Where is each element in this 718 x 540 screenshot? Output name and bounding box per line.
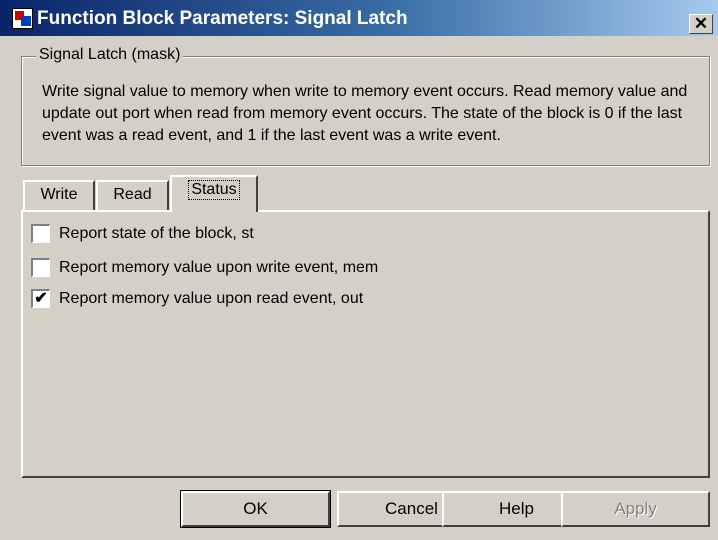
window-title: Function Block Parameters: Signal Latch	[37, 8, 408, 29]
tab-status-label: Status	[188, 180, 240, 200]
report-state-label: Report state of the block, st	[59, 225, 254, 242]
block-description: Write signal value to memory when write …	[42, 83, 688, 144]
title-bar[interactable]: Function Block Parameters: Signal Latch …	[0, 0, 718, 36]
simulink-block-icon	[12, 8, 33, 29]
report-state-checkbox[interactable]	[31, 224, 50, 243]
apply-button[interactable]: Apply	[561, 491, 710, 527]
tab-write[interactable]: Write	[23, 180, 95, 210]
group-legend: Signal Latch (mask)	[36, 46, 184, 64]
report-mem-checkbox[interactable]	[31, 258, 50, 277]
status-tab-panel: Report state of the block, st Report mem…	[21, 210, 710, 478]
tab-status[interactable]: Status	[170, 175, 258, 212]
check-mark-icon: ✔	[34, 290, 48, 307]
ok-button[interactable]: OK	[180, 490, 331, 528]
report-out-checkbox[interactable]: ✔	[31, 289, 50, 308]
mask-description-group: Signal Latch (mask) Write signal value t…	[21, 46, 710, 166]
tab-read[interactable]: Read	[96, 180, 169, 210]
tab-write-label: Write	[40, 186, 78, 203]
report-mem-label: Report memory value upon write event, me…	[59, 259, 379, 276]
close-icon: ✕	[693, 14, 709, 33]
close-button[interactable]: ✕	[689, 14, 713, 34]
report-out-label: Report memory value upon read event, out	[59, 290, 364, 307]
tab-read-label: Read	[113, 186, 152, 203]
